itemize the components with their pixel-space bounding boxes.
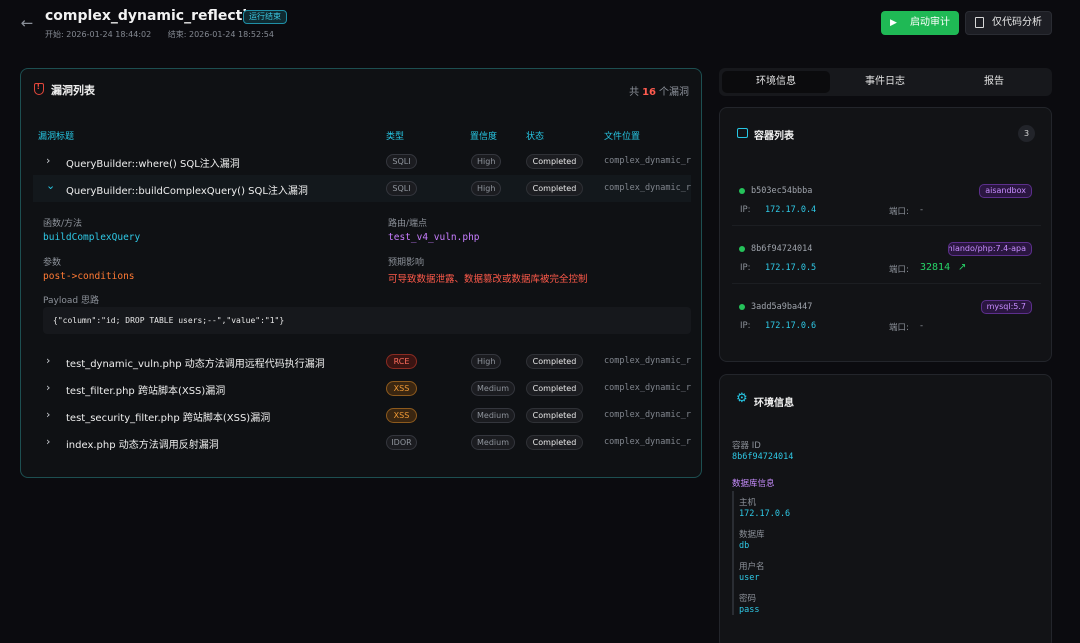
table-row[interactable]: › QueryBuilder::where() SQL注入漏洞 SQLI Hig… [33, 148, 691, 175]
file-path: complex_dynamic_re [604, 437, 691, 447]
vuln-detail: 函数/方法 buildComplexQuery 路由/端点 test_v4_vu… [33, 205, 691, 350]
db-user: user [739, 573, 760, 583]
function-label: 函数/方法 [43, 219, 83, 229]
type-badge: XSS [386, 381, 417, 396]
impact-label: 预期影响 [388, 258, 425, 268]
right-tabs: 环境信息 事件日志 报告 [719, 68, 1052, 96]
tab-env[interactable]: 环境信息 [722, 71, 830, 93]
chevron-down-icon[interactable]: ⌄ [46, 179, 56, 192]
db-pass: pass [739, 605, 760, 615]
status-badge: Completed [526, 181, 583, 196]
db-host: 172.17.0.6 [739, 509, 791, 519]
table-row[interactable]: ⌄ QueryBuilder::buildComplexQuery() SQL注… [33, 175, 691, 202]
confidence-badge: Medium [471, 435, 515, 450]
file-icon [975, 17, 984, 28]
col-title[interactable]: 漏洞标题 [38, 129, 74, 142]
status-badge: Completed [526, 354, 583, 369]
container-count: 3 [1018, 125, 1035, 142]
header: ← complex_dynamic_reflection 运行结束 开始: 20… [0, 0, 1080, 46]
container-item[interactable]: 8b6f94724014 thlando/php:7.4-apa IP: 172… [732, 235, 1041, 284]
col-status[interactable]: 状态 [526, 129, 544, 142]
chevron-right-icon[interactable]: › [46, 154, 56, 167]
external-link-icon[interactable]: ↗ [958, 262, 966, 273]
type-badge: SQLI [386, 154, 417, 169]
status-badge: 运行结束 [243, 10, 287, 24]
vuln-count: 共 16 个漏洞 [629, 87, 689, 98]
confidence-badge: Medium [471, 381, 515, 396]
status-dot-icon [739, 188, 745, 194]
image-tag: aisandbox [979, 184, 1032, 198]
file-path: complex_dynamic_re [604, 410, 691, 420]
table-row-partial[interactable] [33, 459, 691, 469]
col-file[interactable]: 文件位置 [604, 129, 640, 142]
confidence-badge: High [471, 181, 502, 196]
card-title: 环境信息 [754, 398, 794, 409]
file-path: complex_dynamic_re [604, 156, 691, 166]
status-dot-icon [739, 246, 745, 252]
chevron-right-icon[interactable]: › [46, 408, 56, 421]
table-row[interactable]: › test_dynamic_vuln.php 动态方法调用远程代码执行漏洞 R… [33, 348, 691, 375]
file-path: complex_dynamic_re [604, 383, 691, 393]
table-row[interactable]: › test_security_filter.php 跨站脚本(XSS)漏洞 X… [33, 402, 691, 429]
image-tag: thlando/php:7.4-apa [948, 242, 1032, 256]
shield-alert-icon [34, 82, 44, 95]
payload-value: {"column":"id; DROP TABLE users;--","val… [43, 307, 691, 334]
file-path: complex_dynamic_re [604, 356, 691, 366]
tab-events[interactable]: 事件日志 [831, 71, 939, 93]
db-section-title: 数据库信息 [732, 479, 775, 489]
play-icon: ▶ [890, 18, 897, 28]
page-title: complex_dynamic_reflection [45, 8, 267, 24]
type-badge: RCE [386, 354, 417, 369]
param-label: 参数 [43, 258, 62, 268]
table-row[interactable]: › index.php 动态方法调用反射漏洞 IDOR Medium Compl… [33, 429, 691, 456]
chevron-right-icon[interactable]: › [46, 354, 56, 367]
function-value: buildComplexQuery [43, 232, 141, 243]
run-times: 开始: 2026-01-24 18:44:02 结束: 2026-01-24 1… [45, 29, 288, 40]
code-analysis-button[interactable]: 仅代码分析 [965, 11, 1052, 35]
db-name: db [739, 541, 750, 551]
arrow-left-icon[interactable]: ← [18, 14, 36, 32]
param-value: post->conditions [43, 271, 135, 282]
env-info-card: ⚙ 环境信息 容器 ID 8b6f94724014 数据库信息 主机 172.1… [719, 374, 1052, 643]
col-confidence[interactable]: 置信度 [470, 129, 497, 142]
container-icon [737, 128, 748, 138]
section-divider [732, 491, 734, 615]
confidence-badge: High [471, 354, 502, 369]
status-badge: Completed [526, 435, 583, 450]
status-badge: Completed [526, 381, 583, 396]
status-dot-icon [739, 304, 745, 310]
type-badge: IDOR [386, 435, 417, 450]
status-badge: Completed [526, 408, 583, 423]
tab-report[interactable]: 报告 [940, 71, 1048, 93]
gear-icon: ⚙ [736, 391, 748, 406]
container-item[interactable]: b503ec54bbba aisandbox IP: 172.17.0.4 端口… [732, 177, 1041, 226]
col-type[interactable]: 类型 [386, 129, 404, 142]
route-value: test_v4_vuln.php [388, 232, 480, 243]
container-id: 8b6f94724014 [732, 452, 794, 462]
chevron-right-icon[interactable]: › [46, 435, 56, 448]
confidence-badge: Medium [471, 408, 515, 423]
panel-title: 漏洞列表 [51, 84, 95, 97]
card-title: 容器列表 [754, 131, 794, 142]
file-path: complex_dynamic_re [604, 183, 691, 193]
table-row[interactable]: › test_filter.php 跨站脚本(XSS)漏洞 XSS Medium… [33, 375, 691, 402]
container-item[interactable]: 3add5a9ba447 mysql:5.7 IP: 172.17.0.6 端口… [732, 293, 1041, 342]
end-time: 结束: 2026-01-24 18:52:54 [167, 30, 274, 39]
type-badge: XSS [386, 408, 417, 423]
status-badge: Completed [526, 154, 583, 169]
start-audit-button[interactable]: ▶ 启动审计 [881, 11, 959, 35]
type-badge: SQLI [386, 181, 417, 196]
impact-value: 可导致数据泄露、数据篡改或数据库被完全控制 [388, 274, 588, 285]
port-link[interactable]: 32814 [920, 262, 950, 273]
confidence-badge: High [471, 154, 502, 169]
image-tag: mysql:5.7 [980, 300, 1032, 314]
chevron-right-icon[interactable]: › [46, 381, 56, 394]
container-list-card: 容器列表 3 b503ec54bbba aisandbox IP: 172.17… [719, 107, 1052, 362]
route-label: 路由/端点 [388, 219, 428, 229]
start-time: 开始: 2026-01-24 18:44:02 [45, 30, 152, 39]
vuln-list-panel: 漏洞列表 共16个漏洞 漏洞标题 类型 置信度 状态 文件位置 › QueryB… [20, 68, 702, 478]
payload-label: Payload 思路 [43, 296, 99, 306]
